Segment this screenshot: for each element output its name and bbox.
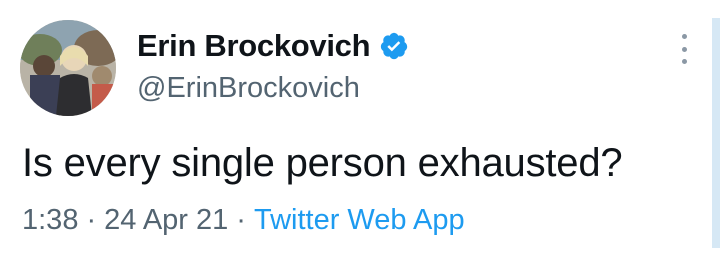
tweet-card: Erin Brockovich @ErinBrockovich Is every… — [0, 0, 720, 253]
more-dot — [681, 34, 687, 39]
display-name-row: Erin Brockovich — [137, 26, 409, 66]
more-dot — [681, 59, 687, 64]
avatar[interactable] — [20, 20, 116, 116]
meta-separator: · — [86, 204, 97, 236]
more-vertical-icon[interactable] — [674, 34, 694, 64]
display-name[interactable]: Erin Brockovich — [137, 28, 371, 64]
tweet-time[interactable]: 1:38 — [22, 204, 78, 236]
tweet-date[interactable]: 24 Apr 21 — [104, 204, 228, 236]
tweet-text: Is every single person exhausted? — [22, 141, 623, 185]
right-edge-bar — [712, 18, 720, 248]
more-dot — [681, 46, 687, 52]
tweet-meta: 1:38 · 24 Apr 21 · Twitter Web App — [22, 204, 465, 237]
verified-badge-icon — [379, 31, 409, 61]
tweet-source-link[interactable]: Twitter Web App — [254, 204, 465, 236]
user-handle[interactable]: @ErinBrockovich — [137, 72, 360, 105]
meta-separator: · — [236, 204, 246, 236]
